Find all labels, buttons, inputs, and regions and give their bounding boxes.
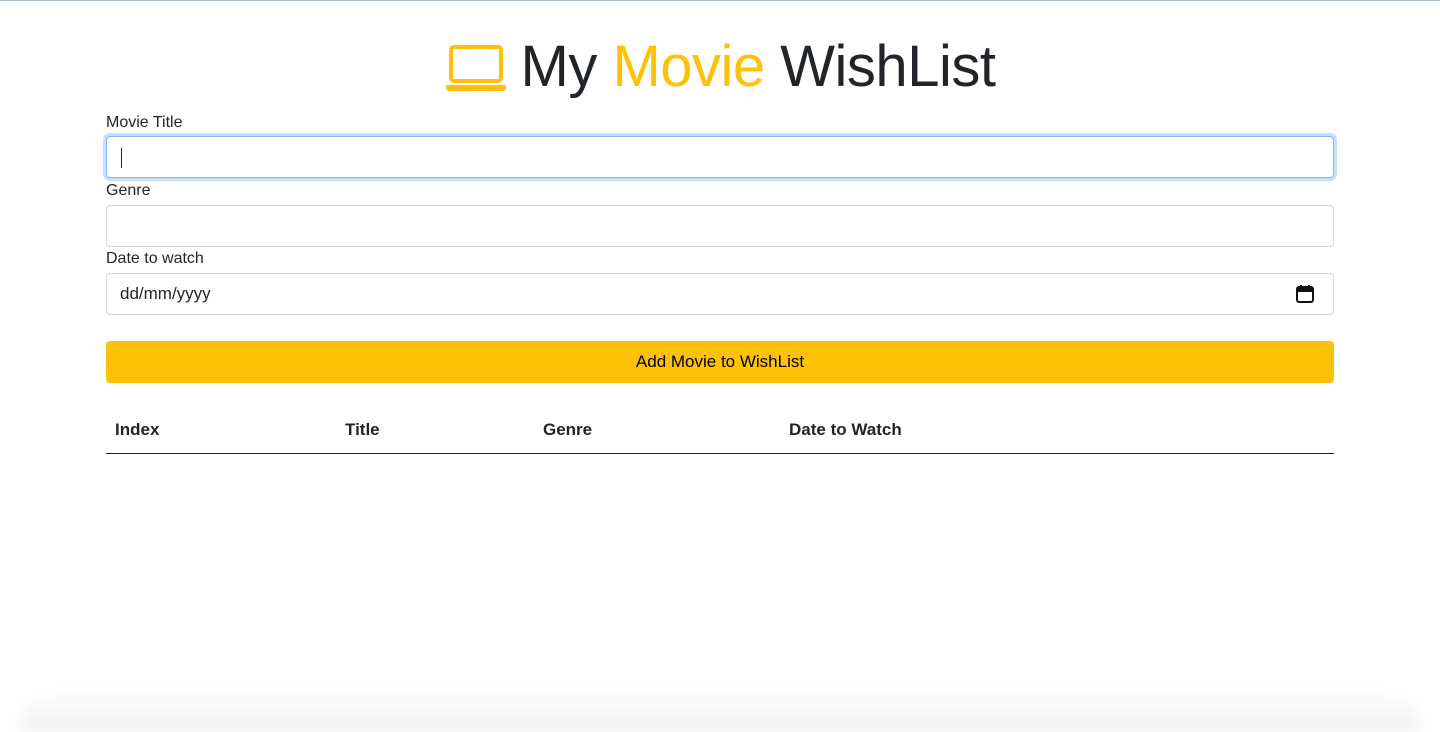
window-top-border [0, 0, 1440, 1]
date-label: Date to watch [106, 250, 204, 267]
wishlist-table-header: Index Title Genre Date to Watch [106, 412, 1334, 454]
column-header-title[interactable]: Title [345, 420, 380, 440]
column-header-genre[interactable]: Genre [543, 420, 592, 440]
genre-label: Genre [106, 182, 151, 199]
title-my: My [520, 33, 613, 99]
column-header-index[interactable]: Index [115, 420, 159, 440]
title-movie: Movie [612, 33, 765, 99]
page-title: My Movie WishList [106, 30, 1334, 102]
title-wishlist: WishList [764, 33, 996, 99]
date-placeholder: dd/mm/yyyy [120, 284, 211, 303]
text-caret [121, 148, 122, 168]
add-movie-button[interactable]: Add Movie to WishList [106, 341, 1334, 383]
calendar-icon[interactable] [1295, 284, 1315, 304]
genre-input[interactable] [106, 205, 1334, 247]
bottom-shadow [20, 688, 1420, 732]
movie-title-label: Movie Title [106, 114, 183, 131]
column-header-date[interactable]: Date to Watch [789, 420, 902, 440]
laptop-icon [445, 45, 506, 91]
movie-title-input[interactable] [106, 136, 1334, 178]
date-input[interactable]: dd/mm/yyyy [106, 273, 1334, 315]
